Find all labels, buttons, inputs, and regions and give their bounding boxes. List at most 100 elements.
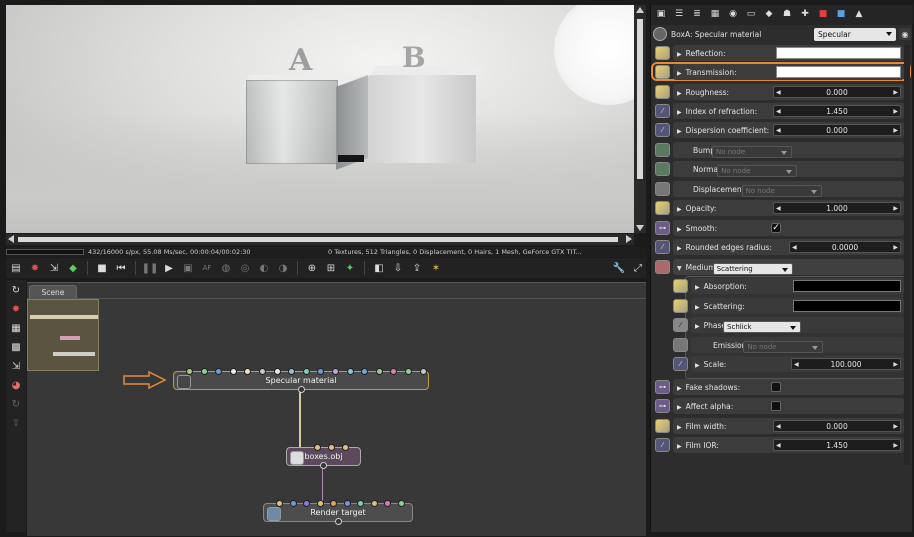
material-blue-icon[interactable]: ■	[834, 7, 848, 21]
affect-alpha-checkbox[interactable]	[771, 401, 781, 411]
graph-region-icon[interactable]: ✸	[8, 301, 24, 317]
input-pin[interactable]	[186, 368, 193, 375]
input-pin[interactable]	[419, 368, 427, 375]
float-pin-icon[interactable]: ⁄	[655, 123, 670, 137]
node-graph-editor[interactable]: Scene Specular material boxes.obj Render…	[27, 282, 646, 536]
normal-pin-icon[interactable]	[655, 162, 670, 176]
scattering-color[interactable]	[793, 300, 901, 312]
param-ior[interactable]: ⁄ ▶ Index of refraction: ◀ 1.450 ▶	[655, 103, 904, 119]
dispersion-spinbox[interactable]: ◀ 0.000 ▶	[773, 124, 901, 136]
cube-icon[interactable]: ◆	[65, 260, 81, 276]
output-pin[interactable]	[335, 518, 342, 525]
viewport-horizontal-scrollbar[interactable]	[6, 234, 634, 245]
scroll-up-icon[interactable]	[636, 7, 644, 13]
graph-minimap[interactable]	[27, 299, 99, 371]
material-pick-icon[interactable]: ◍	[218, 260, 234, 276]
inspector-scrollbar[interactable]	[904, 45, 910, 465]
emission-node-select[interactable]: No node	[743, 341, 824, 353]
input-pin[interactable]	[273, 368, 281, 375]
float-pin-icon[interactable]: ⁄	[655, 240, 670, 254]
film-width-spinbox[interactable]: ◀ 0.000 ▶	[773, 420, 901, 432]
texture-pin-icon[interactable]	[655, 65, 670, 79]
postproc-icon[interactable]: ✚	[798, 7, 812, 21]
param-normal[interactable]: Normal No node	[655, 161, 904, 177]
fullscreen-icon[interactable]: ▤	[8, 260, 24, 276]
graph-material-icon[interactable]: ◕	[8, 377, 24, 393]
inspector-icon[interactable]: ▣	[654, 7, 668, 21]
param-absorption[interactable]: ▶ Absorption:	[673, 278, 904, 294]
texture-pin-icon[interactable]	[655, 46, 670, 60]
input-pin[interactable]	[316, 500, 324, 507]
picture-icon[interactable]: ▲	[852, 7, 866, 21]
graph-grid-icon[interactable]: ▩	[8, 339, 24, 355]
scale-spinbox[interactable]: ◀ 100.000 ▶	[791, 358, 901, 370]
texture-pin-icon[interactable]	[673, 279, 688, 293]
save-image-icon[interactable]: ⇩	[390, 260, 406, 276]
input-pin[interactable]	[302, 368, 310, 375]
viewport-vertical-scrollbar[interactable]	[634, 5, 646, 233]
graph-import-icon[interactable]: ⇲	[8, 358, 24, 374]
camera-icon[interactable]: ◐	[256, 260, 272, 276]
wrench-icon[interactable]: 🔧	[611, 260, 627, 276]
gizmo-icon[interactable]: ✦	[342, 260, 358, 276]
param-dispersion[interactable]: ⁄ ▶ Dispersion coefficient: ◀ 0.000 ▶	[655, 122, 904, 138]
bump-pin-icon[interactable]	[655, 143, 670, 157]
af-icon[interactable]: AF	[199, 260, 215, 276]
input-pin[interactable]	[229, 368, 237, 375]
input-pin[interactable]	[303, 500, 310, 507]
param-scale[interactable]: ⁄ ▶ Scale: ◀ 100.000 ▶	[673, 356, 904, 372]
graph-export-icon[interactable]: ⇪	[8, 415, 24, 431]
object-pick-icon[interactable]: ◎	[237, 260, 253, 276]
render-viewport[interactable]: A B	[6, 5, 634, 233]
input-pin[interactable]	[405, 368, 412, 375]
zoom-icon[interactable]: ⊕	[304, 260, 320, 276]
input-pin[interactable]	[332, 368, 339, 375]
focus-icon[interactable]: ◑	[275, 260, 291, 276]
tab-scene[interactable]: Scene	[29, 285, 77, 298]
graph-link-icon[interactable]: ↻	[8, 396, 24, 412]
ior-spinbox[interactable]: ◀ 1.450 ▶	[773, 105, 901, 117]
rounded-spinbox[interactable]: ◀ 0.0000 ▶	[789, 241, 901, 253]
input-pin[interactable]	[259, 368, 266, 375]
input-pin[interactable]	[328, 444, 335, 451]
roughness-spinbox[interactable]: ◀ 0.000 ▶	[773, 86, 901, 98]
param-phase[interactable]: ⁄ ▶ Phase Schlick	[673, 317, 904, 333]
export-icon[interactable]: ⇪	[409, 260, 425, 276]
input-pin[interactable]	[314, 444, 321, 451]
node-render-target[interactable]: Render target	[263, 500, 413, 525]
absorption-color[interactable]	[793, 280, 901, 292]
param-film-ior[interactable]: ⁄ ▶ Film IOR: ◀ 1.450 ▶	[655, 437, 904, 453]
output-pin[interactable]	[320, 462, 327, 469]
outliner-icon[interactable]: ☰	[672, 7, 686, 21]
fake-shadows-checkbox[interactable]	[771, 382, 781, 392]
scroll-thumb[interactable]	[637, 19, 643, 179]
param-scattering[interactable]: ▶ Scattering:	[673, 298, 904, 314]
param-smooth[interactable]: ⊶ ▶ Smooth: ✓	[655, 220, 904, 236]
input-pin[interactable]	[343, 500, 351, 507]
material-red-icon[interactable]: ■	[816, 7, 830, 21]
input-pin[interactable]	[384, 500, 391, 507]
screen-icon[interactable]: ▣	[180, 260, 196, 276]
input-pin[interactable]	[370, 500, 378, 507]
imager-icon[interactable]: ▭	[744, 7, 758, 21]
param-emission[interactable]: Emission No node	[673, 337, 904, 353]
properties-icon[interactable]: ≣	[690, 7, 704, 21]
camera-icon[interactable]: ☗	[780, 7, 794, 21]
kernel-icon[interactable]: ◆	[762, 7, 776, 21]
texture-pin-icon[interactable]	[655, 201, 670, 215]
input-pin[interactable]	[276, 500, 283, 507]
param-roughness[interactable]: ▶ Roughness: ◀ 0.000 ▶	[655, 84, 904, 100]
param-reflection[interactable]: ▶ Reflection:	[655, 45, 904, 61]
param-opacity[interactable]: ▶ Opacity: ◀ 1.000 ▶	[655, 200, 904, 216]
param-rounded-edges[interactable]: ⁄ ▶ Rounded edges radius: ◀ 0.0000 ▶	[655, 239, 904, 255]
float-pin-icon[interactable]: ⁄	[673, 357, 688, 371]
input-pin[interactable]	[346, 368, 354, 375]
param-film-width[interactable]: ▶ Film width: ◀ 0.000 ▶	[655, 418, 904, 434]
input-pin[interactable]	[357, 500, 364, 507]
texture-pin-icon[interactable]	[673, 299, 688, 313]
float-pin-icon[interactable]: ⁄	[655, 438, 670, 452]
scroll-down-icon[interactable]	[636, 225, 644, 231]
lock-icon[interactable]: ⊞	[323, 260, 339, 276]
transmission-color[interactable]	[776, 66, 901, 78]
stop-icon[interactable]: ■	[94, 260, 110, 276]
